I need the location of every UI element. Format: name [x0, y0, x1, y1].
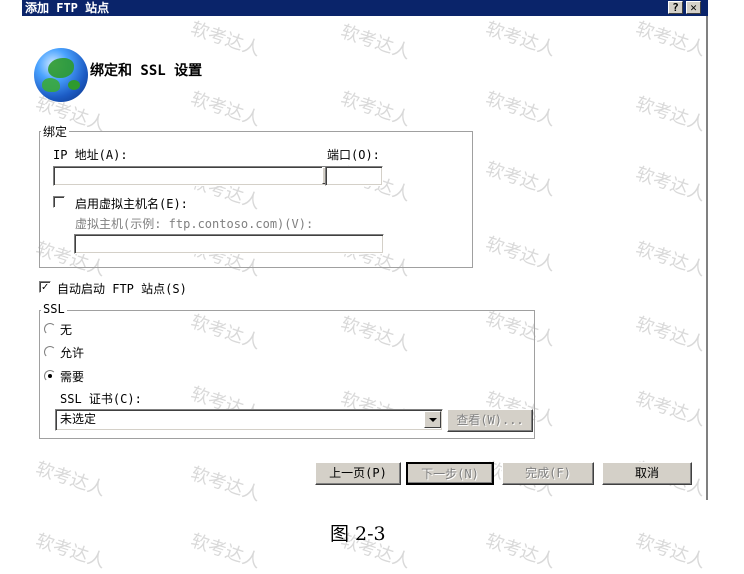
help-button[interactable]: ?	[668, 1, 683, 14]
close-button[interactable]: ✕	[686, 1, 701, 14]
figure-caption: 图 2-3	[330, 523, 386, 545]
vhost-checkbox[interactable]	[53, 196, 65, 208]
ssl-cert-dropdown-button[interactable]	[424, 411, 441, 428]
window-title: 添加 FTP 站点	[25, 1, 110, 15]
watermark: 软考达人	[188, 530, 264, 573]
view-cert-button[interactable]: 查看(W)...	[447, 409, 533, 432]
ssl-option-none-radio[interactable]	[44, 323, 56, 335]
watermark: 软考达人	[483, 530, 559, 573]
ssl-option-require-radio[interactable]	[44, 370, 56, 382]
dialog-right-edge	[706, 16, 708, 500]
next-button[interactable]: 下一步(N)	[406, 462, 494, 485]
autostart-checkbox[interactable]: ✓	[39, 281, 51, 293]
add-ftp-site-dialog: 添加 FTP 站点 ? ✕ 绑定和 SSL 设置 绑定 IP 地址(A): 端口…	[22, 0, 710, 500]
ip-address-input[interactable]	[53, 166, 341, 186]
ssl-option-allow-label: 允许	[60, 346, 85, 360]
ssl-option-none-label: 无	[60, 323, 73, 337]
globe-icon	[34, 48, 88, 102]
watermark: 软考达人	[633, 530, 709, 573]
binding-group-legend: 绑定	[41, 123, 70, 140]
autostart-label: 自动启动 FTP 站点(S)	[57, 282, 187, 296]
port-label: 端口(O):	[327, 148, 380, 162]
vhost-input[interactable]	[74, 234, 384, 254]
vhost-hint-label: 虚拟主机(示例: ftp.contoso.com)(V):	[75, 217, 314, 231]
port-input[interactable]	[325, 166, 383, 186]
ssl-group-legend: SSL	[41, 302, 67, 316]
vhost-checkbox-label: 启用虚拟主机名(E):	[75, 197, 188, 211]
previous-button[interactable]: 上一页(P)	[315, 462, 401, 485]
finish-button[interactable]: 完成(F)	[502, 462, 594, 485]
ssl-option-allow-radio[interactable]	[44, 346, 56, 358]
title-bar: 添加 FTP 站点 ? ✕	[22, 0, 708, 16]
ssl-cert-select[interactable]: 未选定	[55, 409, 443, 431]
page-title: 绑定和 SSL 设置	[90, 63, 203, 79]
ssl-cert-label: SSL 证书(C):	[60, 392, 142, 406]
ssl-option-require-label: 需要	[60, 370, 85, 384]
cancel-button[interactable]: 取消	[602, 462, 692, 485]
watermark: 软考达人	[33, 530, 109, 573]
ip-address-label: IP 地址(A):	[53, 148, 128, 162]
